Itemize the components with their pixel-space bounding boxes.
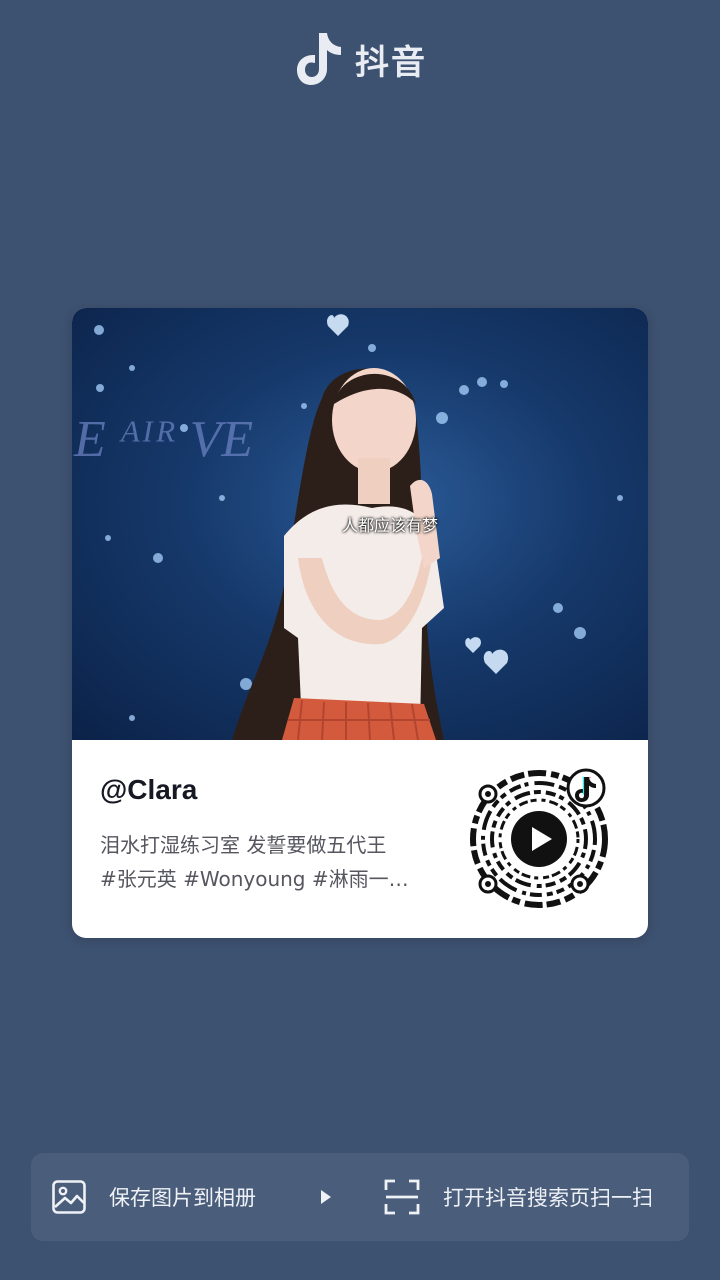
- open-douyin-scan-label: 打开抖音搜索页扫一扫: [443, 1186, 653, 1210]
- save-to-album-button[interactable]: 保存图片到相册: [51, 1153, 256, 1241]
- video-cover-image[interactable]: E ᴬᴵᴿ VE 人都应该有梦: [72, 308, 648, 740]
- svg-text:E ᴬᴵᴿ VE: E ᴬᴵᴿ VE: [73, 411, 253, 468]
- brand-header: 抖音: [0, 28, 720, 90]
- card-info: @Clara 泪水打湿练习室 发誓要做五代王 #张元英 #Wonyoung #淋…: [72, 740, 648, 938]
- cover-caption: 人都应该有梦: [341, 516, 438, 535]
- brand-name: 抖音: [355, 42, 427, 83]
- bottom-action-bar: 保存图片到相册 打开抖音搜索页扫一扫: [31, 1153, 689, 1241]
- save-to-album-label: 保存图片到相册: [109, 1186, 256, 1210]
- image-icon: [52, 1180, 86, 1214]
- play-arrow-icon: [321, 1190, 331, 1204]
- scan-icon: [384, 1179, 420, 1215]
- video-description: 泪水打湿练习室 发誓要做五代王 #张元英 #Wonyoung #淋雨一…: [100, 828, 445, 896]
- description-line: 泪水打湿练习室 发誓要做五代王: [100, 833, 387, 857]
- share-card[interactable]: E ᴬᴵᴿ VE 人都应该有梦 @Clara 泪水打湿练习室 发誓要做五代王 #…: [72, 308, 648, 938]
- douyin-qr-code: [468, 768, 610, 910]
- open-douyin-scan-button[interactable]: 打开抖音搜索页扫一扫: [383, 1153, 653, 1241]
- douyin-logo-icon: [297, 33, 341, 85]
- description-line: #张元英 #Wonyoung #淋雨一…: [100, 867, 409, 891]
- author-username[interactable]: @Clara: [100, 774, 197, 806]
